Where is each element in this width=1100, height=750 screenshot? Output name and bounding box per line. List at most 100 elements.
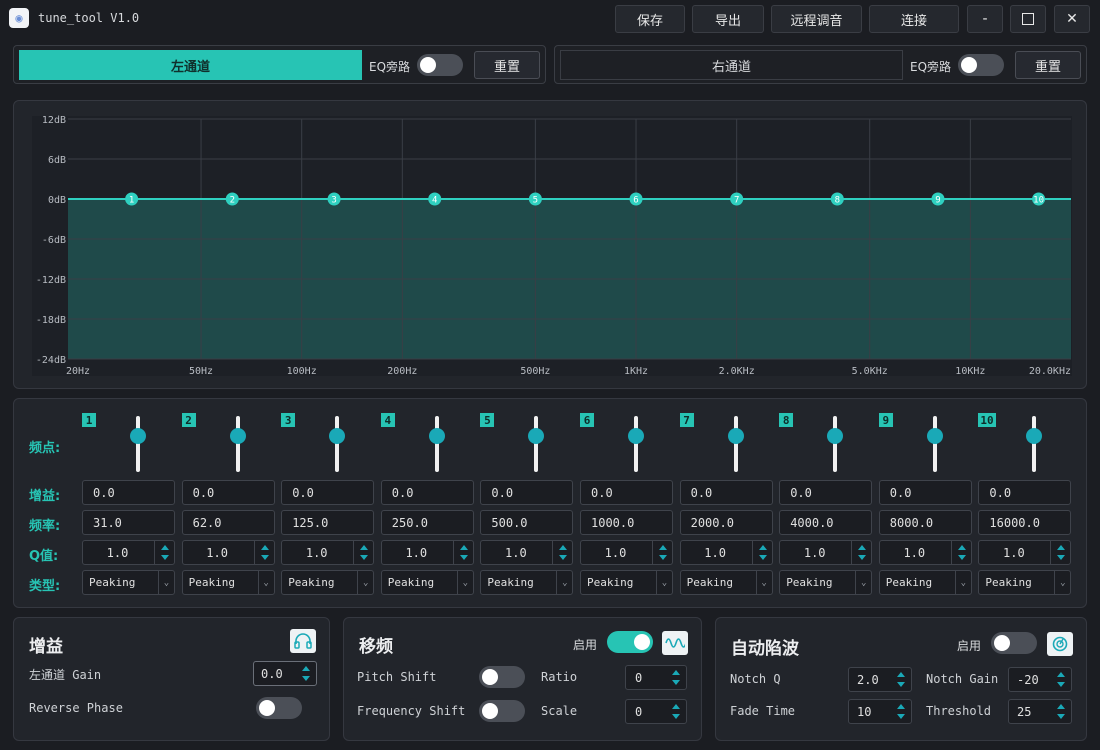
band-gain-slider[interactable] — [634, 416, 638, 472]
spin-arrows[interactable] — [652, 541, 672, 564]
notch-q-spinbox[interactable]: 2.0 — [848, 667, 912, 692]
band-gain-field[interactable]: 0.0 — [978, 480, 1072, 505]
slider-handle[interactable] — [130, 428, 146, 444]
band-q-spinbox[interactable]: 1.0 — [480, 540, 574, 565]
band-gain-field[interactable]: 0.0 — [679, 480, 773, 505]
headphones-icon[interactable] — [290, 629, 316, 653]
spin-arrows[interactable] — [154, 541, 174, 564]
spin-arrows[interactable] — [891, 668, 911, 691]
band-type-select[interactable]: Peaking ⌄ — [679, 570, 773, 595]
notch-gain-spinbox[interactable]: -20 — [1008, 667, 1072, 692]
band-type-select[interactable]: Peaking ⌄ — [82, 570, 175, 595]
band-frequency-field[interactable]: 1000.0 — [580, 510, 673, 535]
band-gain-slider[interactable] — [235, 416, 240, 472]
band-gain-field[interactable]: 0.0 — [580, 480, 673, 505]
band-gain-field[interactable]: 0.0 — [82, 480, 175, 505]
tab-left-channel[interactable]: 左通道 — [19, 50, 362, 80]
band-gain-field[interactable]: 0.0 — [181, 480, 275, 505]
save-button[interactable]: 保存 — [615, 5, 685, 33]
scale-spinbox[interactable]: 0 — [625, 699, 687, 724]
slider-handle[interactable] — [926, 428, 943, 444]
spin-arrows[interactable] — [296, 662, 316, 685]
spin-arrows[interactable] — [891, 700, 911, 723]
band-q-spinbox[interactable]: 1.0 — [679, 540, 773, 565]
slider-handle[interactable] — [329, 428, 346, 444]
band-frequency-field[interactable]: 2000.0 — [679, 510, 773, 535]
band-frequency-field[interactable]: 125.0 — [281, 510, 375, 535]
remote-tuning-button[interactable]: 远程调音 — [771, 5, 862, 33]
band-frequency-field[interactable]: 16000.0 — [978, 510, 1072, 535]
band-gain-slider[interactable] — [434, 416, 439, 472]
band-frequency-field[interactable]: 250.0 — [380, 510, 474, 535]
slider-handle[interactable] — [428, 428, 445, 444]
notch-enable-toggle[interactable] — [991, 632, 1037, 654]
minimize-button[interactable]: - — [967, 5, 1003, 33]
spin-arrows[interactable] — [751, 541, 772, 564]
eq-response-chart[interactable]: 12dB 6dB 0dB -6dB -12dB -18dB -24dB20Hz 50Hz 100… — [14, 101, 1088, 390]
spin-arrows[interactable] — [1051, 700, 1071, 723]
left-eq-bypass-toggle[interactable] — [417, 54, 463, 76]
band-gain-slider[interactable] — [335, 416, 340, 472]
left-reset-button[interactable]: 重置 — [474, 51, 540, 79]
notch-icon[interactable] — [1047, 632, 1073, 656]
spin-arrows[interactable] — [950, 541, 971, 564]
spin-arrows[interactable] — [353, 541, 373, 564]
band-gain-field[interactable]: 0.0 — [380, 480, 474, 505]
band-gain-slider[interactable] — [136, 416, 140, 472]
band-type-select[interactable]: Peaking ⌄ — [779, 570, 873, 595]
threshold-spinbox[interactable]: 25 — [1008, 699, 1072, 724]
right-eq-bypass-toggle[interactable] — [958, 54, 1004, 76]
spin-arrows[interactable] — [851, 541, 871, 564]
maximize-button[interactable] — [1010, 5, 1046, 33]
band-q-spinbox[interactable]: 1.0 — [380, 540, 474, 565]
band-gain-slider[interactable] — [1032, 416, 1037, 472]
band-gain-field[interactable]: 0.0 — [779, 480, 873, 505]
spin-arrows[interactable] — [1050, 541, 1070, 564]
tab-right-channel[interactable]: 右通道 — [560, 50, 903, 80]
band-q-spinbox[interactable]: 1.0 — [82, 540, 175, 565]
spin-arrows[interactable] — [452, 541, 473, 564]
fade-time-spinbox[interactable]: 10 — [848, 699, 912, 724]
band-gain-slider[interactable] — [932, 416, 937, 472]
band-gain-field[interactable]: 0.0 — [281, 480, 375, 505]
wave-icon[interactable] — [662, 631, 688, 655]
band-q-spinbox[interactable]: 1.0 — [978, 540, 1072, 565]
spin-arrows[interactable] — [253, 541, 274, 564]
band-type-select[interactable]: Peaking ⌄ — [978, 570, 1072, 595]
band-type-select[interactable]: Peaking ⌄ — [580, 570, 673, 595]
band-q-spinbox[interactable]: 1.0 — [181, 540, 275, 565]
band-gain-field[interactable]: 0.0 — [878, 480, 972, 505]
spin-arrows[interactable] — [666, 666, 686, 689]
band-gain-slider[interactable] — [534, 416, 539, 472]
band-gain-slider[interactable] — [733, 416, 738, 472]
slider-handle[interactable] — [628, 428, 644, 444]
shift-enable-toggle[interactable] — [607, 631, 653, 653]
band-q-spinbox[interactable]: 1.0 — [878, 540, 972, 565]
band-gain-field[interactable]: 0.0 — [480, 480, 574, 505]
reverse-phase-toggle[interactable] — [256, 697, 302, 719]
band-q-spinbox[interactable]: 1.0 — [779, 540, 873, 565]
frequency-shift-toggle[interactable] — [479, 700, 525, 722]
left-gain-spinbox[interactable]: 0.0 — [253, 661, 317, 686]
pitch-shift-toggle[interactable] — [479, 666, 525, 688]
spin-arrows[interactable] — [552, 541, 572, 564]
band-type-select[interactable]: Peaking ⌄ — [380, 570, 474, 595]
band-q-spinbox[interactable]: 1.0 — [281, 540, 375, 565]
band-gain-slider[interactable] — [833, 416, 838, 472]
band-frequency-field[interactable]: 31.0 — [82, 510, 175, 535]
slider-handle[interactable] — [1026, 428, 1043, 444]
spin-arrows[interactable] — [1051, 668, 1071, 691]
band-frequency-field[interactable]: 500.0 — [480, 510, 574, 535]
slider-handle[interactable] — [727, 428, 744, 444]
band-frequency-field[interactable]: 8000.0 — [878, 510, 972, 535]
band-type-select[interactable]: Peaking ⌄ — [480, 570, 574, 595]
band-frequency-field[interactable]: 62.0 — [181, 510, 275, 535]
band-type-select[interactable]: Peaking ⌄ — [281, 570, 375, 595]
spin-arrows[interactable] — [666, 700, 686, 723]
band-type-select[interactable]: Peaking ⌄ — [878, 570, 972, 595]
band-type-select[interactable]: Peaking ⌄ — [181, 570, 275, 595]
band-frequency-field[interactable]: 4000.0 — [779, 510, 873, 535]
export-button[interactable]: 导出 — [692, 5, 764, 33]
ratio-spinbox[interactable]: 0 — [625, 665, 687, 690]
close-button[interactable]: ✕ — [1054, 5, 1090, 33]
